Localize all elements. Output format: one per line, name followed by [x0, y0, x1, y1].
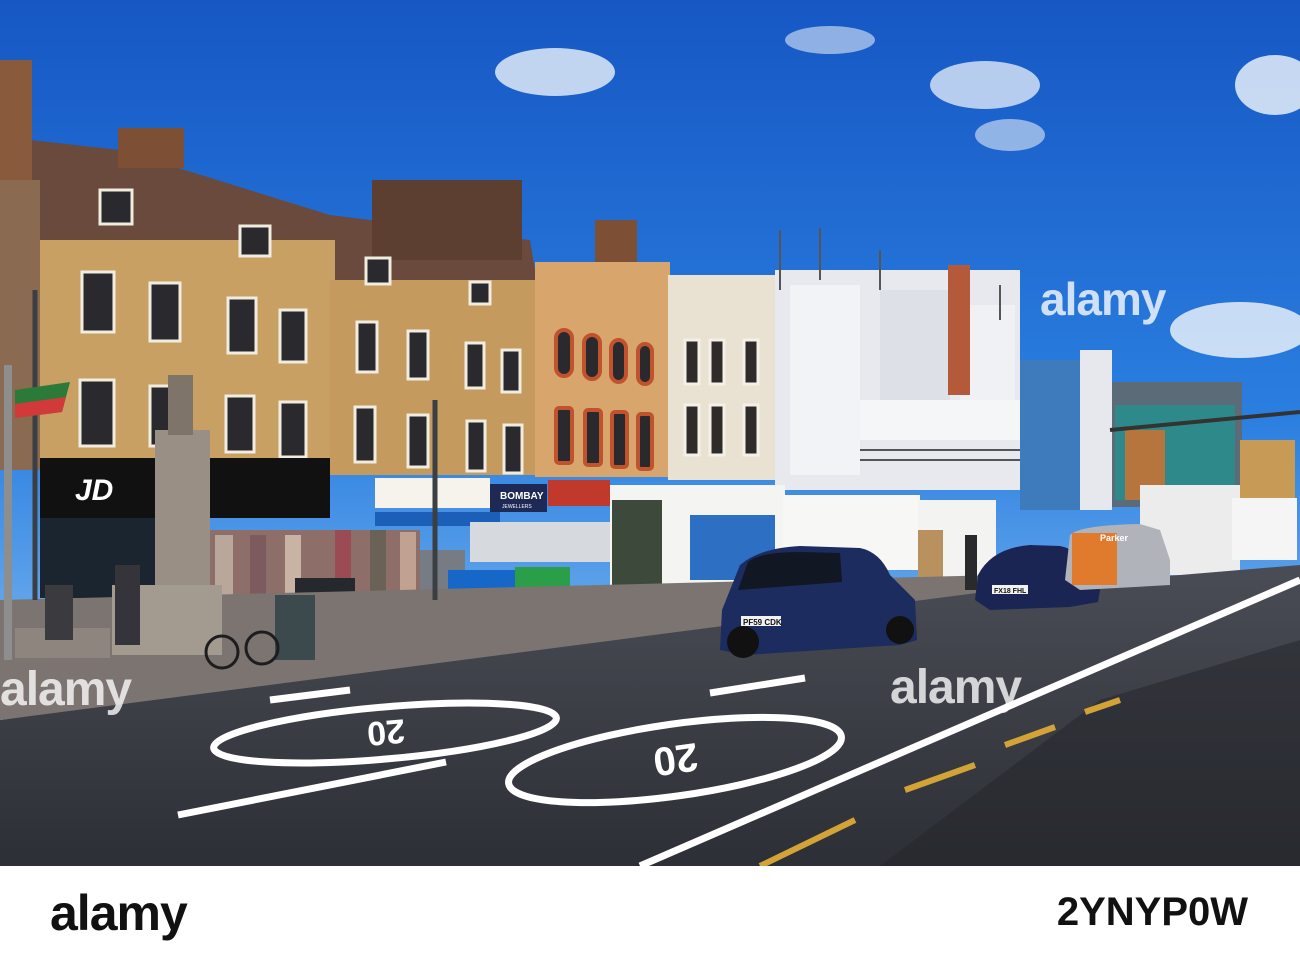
distant-building-brick: [1240, 440, 1295, 500]
shopfront-red: [548, 480, 610, 506]
shop-sign-bombay-sub: JEWELLERS: [502, 504, 532, 510]
white-scaffold: [1080, 350, 1112, 510]
white-truck: [1232, 498, 1297, 560]
chimney: [372, 180, 522, 260]
shop-sign-bombay: BOMBAY: [500, 491, 544, 502]
watermark-main: alamy: [1040, 273, 1166, 325]
person: [45, 585, 73, 640]
chimney: [118, 128, 184, 168]
chimney: [0, 60, 32, 180]
number-plate-sedan: FX18 FHL: [994, 588, 1027, 595]
cloud: [975, 119, 1045, 151]
footer-logo: alamy: [50, 885, 188, 941]
scaffold-wrap: [790, 285, 860, 475]
watermark-center: alamy: [890, 661, 1022, 714]
stall-tent: [470, 522, 615, 562]
image-id: 2YNYP0W: [1056, 890, 1248, 934]
brick-gable: [948, 265, 970, 395]
road-marking-20-text-left: 20: [365, 711, 406, 752]
scaffold-wrap: [860, 400, 1020, 440]
blue-scaffold: [1020, 360, 1085, 510]
cloud: [785, 26, 875, 54]
watermark-left: alamy: [0, 663, 132, 716]
road-marking-20-text: 20: [651, 734, 701, 784]
bin-street: [275, 595, 315, 660]
van-brand: Parker: [1100, 533, 1129, 543]
cloud: [495, 48, 615, 96]
statue-angel: [168, 375, 193, 435]
chimney: [595, 220, 637, 265]
cloud: [930, 61, 1040, 109]
person: [965, 535, 977, 590]
street-photo: JD BOMBAY JEWELLERS 20 20 PF59 CDK FX18 …: [0, 0, 1300, 870]
number-plate-hatchback: PF59 CDK: [743, 618, 782, 627]
shop-sign-jd: JD: [75, 474, 113, 507]
scaffold-wrap: [880, 290, 950, 400]
van-parker: Parker: [1065, 524, 1170, 590]
person: [115, 565, 140, 645]
truck-open-back: [612, 500, 662, 590]
